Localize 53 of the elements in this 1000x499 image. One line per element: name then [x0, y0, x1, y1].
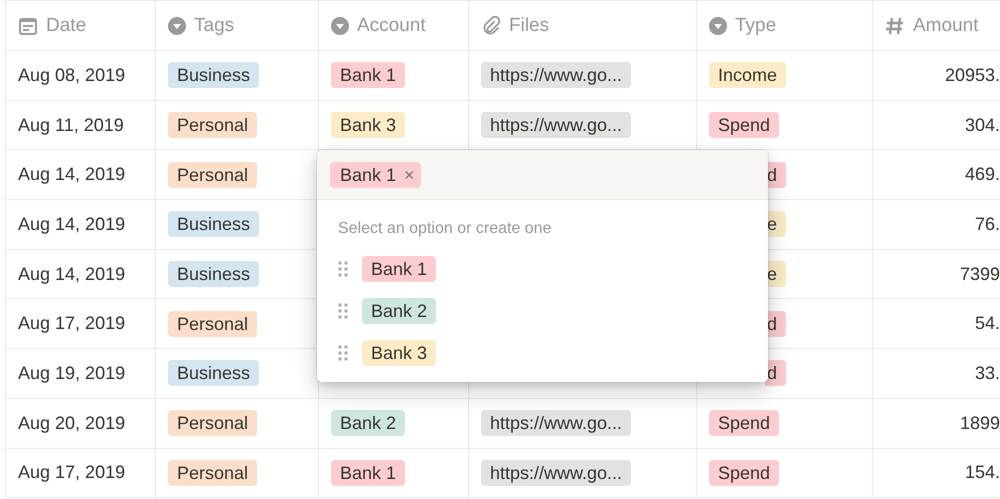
amount-text: 20953.	[944, 64, 1000, 86]
file-link[interactable]: https://www.go...	[481, 460, 632, 486]
date-text: Aug 17, 2019	[18, 313, 126, 334]
dropdown-icon	[168, 16, 186, 34]
hint-text: Select an option or create one	[337, 219, 552, 239]
type-chip: Spend	[709, 112, 780, 138]
drag-handle-icon[interactable]	[338, 302, 348, 320]
tag-chip: Personal	[168, 460, 258, 486]
date-text: Aug 14, 2019	[18, 214, 126, 235]
tag-chip: Personal	[168, 112, 258, 138]
selected-chip: Bank 1 ×	[330, 162, 421, 188]
calendar-icon	[18, 16, 38, 36]
account-chip: Bank 3	[331, 112, 406, 138]
amount-text: 76.	[974, 214, 1000, 235]
amount-text: 7399	[960, 264, 1000, 285]
tag-chip: Business	[168, 261, 260, 288]
dropdown-icon	[331, 16, 349, 34]
file-link[interactable]: https://www.go...	[481, 62, 632, 88]
account-chip: Bank 2	[331, 410, 406, 436]
dropdown-icon	[709, 16, 727, 34]
account-chip: Bank 1	[331, 62, 406, 88]
tag-chip: Personal	[168, 162, 258, 188]
tag-chip: Business	[168, 62, 260, 88]
option-chip[interactable]: Bank 3	[362, 340, 436, 366]
tag-chip: Business	[168, 211, 260, 238]
type-chip: Income	[709, 62, 786, 88]
file-link[interactable]: https://www.go...	[481, 410, 632, 436]
date-text: Aug 08, 2019	[18, 64, 126, 86]
date-text: Aug 11, 2019	[18, 114, 124, 136]
amount-text: 54.	[974, 313, 1000, 334]
type-chip: Spend	[709, 460, 780, 486]
amount-text: 304.	[964, 114, 1000, 136]
date-text: Aug 20, 2019	[18, 412, 126, 434]
account-chip: Bank 1	[331, 460, 406, 486]
tag-chip: Personal	[168, 410, 258, 436]
file-link[interactable]: https://www.go...	[481, 112, 632, 138]
amount-text: 33.	[974, 362, 1000, 384]
hash-icon	[885, 16, 905, 36]
amount-text: 469.	[964, 164, 1000, 186]
date-text: Aug 19, 2019	[18, 362, 126, 384]
date-text: Aug 14, 2019	[18, 164, 126, 186]
paperclip-icon	[481, 16, 501, 36]
tag-chip: Personal	[168, 310, 258, 337]
type-chip: Spend	[709, 410, 780, 436]
drag-handle-icon[interactable]	[338, 260, 348, 278]
amount-text: 1899	[960, 412, 1000, 434]
date-text: Aug 17, 2019	[18, 462, 126, 484]
date-text: Aug 14, 2019	[18, 264, 126, 285]
tag-chip: Business	[168, 360, 260, 386]
drag-handle-icon[interactable]	[338, 344, 348, 362]
option-chip[interactable]: Bank 1	[362, 256, 436, 282]
option-chip[interactable]: Bank 2	[362, 298, 436, 324]
amount-text: 154.	[964, 462, 1000, 484]
